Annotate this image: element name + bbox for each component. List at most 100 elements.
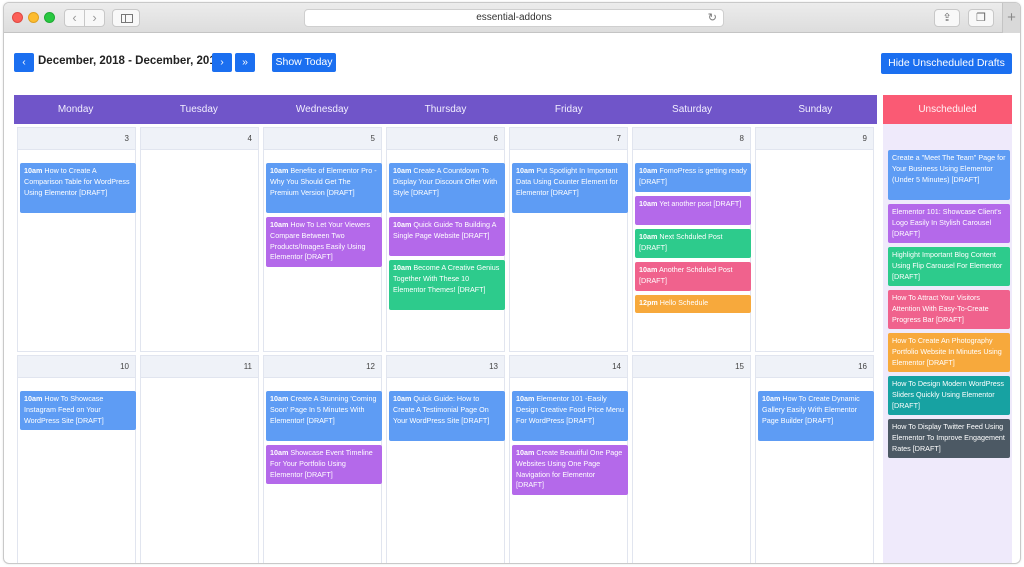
skip-forward-button[interactable]: » [235, 53, 255, 72]
event-time: 10am [639, 232, 658, 241]
browser-toolbar: ‹ › essential-addons ↻ ⇪ ❐ + [4, 3, 1020, 33]
weekday-sunday: Sunday [798, 104, 833, 115]
event-time: 10am [24, 394, 43, 403]
calendar-event[interactable]: 10am Become A Creative Genius Together W… [389, 260, 505, 310]
previous-period-button[interactable]: ‹ [14, 53, 34, 72]
event-title: Hello Schedule [659, 298, 709, 307]
calendar-event[interactable]: 10am Quick Guide To Building A Single Pa… [389, 217, 505, 256]
calendar-event[interactable]: 10am Next Schduled Post [DRAFT] [635, 229, 751, 258]
day-number: 12 [264, 356, 381, 378]
calendar-event[interactable]: 10am Another Schduled Post [DRAFT] [635, 262, 751, 291]
calendar-event[interactable]: 10am Yet another post [DRAFT] [635, 196, 751, 225]
calendar-event[interactable]: 10am Create A Stunning 'Coming Soon' Pag… [266, 391, 382, 441]
calendar-event[interactable]: 10am Benefits of Elementor Pro - Why You… [266, 163, 382, 213]
calendar-event[interactable]: 10am How To Create Dynamic Gallery Easil… [758, 391, 874, 441]
event-time: 10am [516, 166, 535, 175]
calendar-event[interactable]: 10am Create A Countdown To Display Your … [389, 163, 505, 213]
event-time: 10am [639, 166, 658, 175]
new-tab-icon[interactable]: + [1002, 3, 1020, 33]
day-number: 3 [18, 128, 135, 150]
unscheduled-draft[interactable]: Highlight Important Blog Content Using F… [888, 247, 1010, 286]
weekday-saturday: Saturday [672, 104, 713, 115]
day-cell[interactable]: 7 [509, 127, 628, 352]
calendar-weekday-header: Monday Tuesday Wednesday Thursday Friday… [14, 95, 877, 124]
event-time: 10am [393, 394, 412, 403]
calendar-event[interactable]: 10am How To Showcase Instagram Feed on Y… [20, 391, 136, 430]
minimize-window-button[interactable] [28, 12, 39, 23]
unscheduled-draft[interactable]: Create a "Meet The Team" Page for Your B… [888, 150, 1010, 200]
event-title: Yet another post [DRAFT] [659, 199, 742, 208]
day-cell[interactable]: 3 [17, 127, 136, 352]
day-number: 11 [141, 356, 258, 378]
day-number: 16 [756, 356, 873, 378]
zoom-window-button[interactable] [44, 12, 55, 23]
unscheduled-list: Create a "Meet The Team" Page for Your B… [883, 124, 1012, 563]
sidebar-toggle-icon[interactable] [112, 9, 140, 27]
address-bar[interactable]: essential-addons ↻ [304, 9, 724, 27]
event-time: 10am [393, 263, 412, 272]
unscheduled-draft[interactable]: Elementor 101: Showcase Client's Logo Ea… [888, 204, 1010, 243]
day-cell[interactable]: 10 [17, 355, 136, 563]
weekday-tuesday: Tuesday [179, 104, 218, 115]
event-time: 10am [639, 199, 658, 208]
unscheduled-header: Unscheduled [883, 95, 1012, 124]
event-time: 10am [393, 220, 412, 229]
day-number: 6 [387, 128, 504, 150]
event-time: 10am [762, 394, 781, 403]
event-time: 10am [270, 166, 289, 175]
share-icon[interactable]: ⇪ [934, 9, 960, 27]
unscheduled-draft[interactable]: How To Design Modern WordPress Sliders Q… [888, 376, 1010, 415]
calendar-event[interactable]: 10am Showcase Event Timeline For Your Po… [266, 445, 382, 484]
calendar-event[interactable]: 10am FomoPress is getting ready [DRAFT] [635, 163, 751, 192]
tab-overview-icon[interactable]: ❐ [968, 9, 994, 27]
event-time: 10am [24, 166, 43, 175]
hide-unscheduled-drafts-button[interactable]: Hide Unscheduled Drafts [881, 53, 1012, 74]
day-number: 9 [756, 128, 873, 150]
event-time: 10am [393, 166, 412, 175]
day-number: 4 [141, 128, 258, 150]
day-cell[interactable]: 9 [755, 127, 874, 352]
next-period-button[interactable]: › [212, 53, 232, 72]
day-cell[interactable]: 4 [140, 127, 259, 352]
day-cell[interactable]: 16 [755, 355, 874, 563]
unscheduled-draft[interactable]: How To Create An Photography Portfolio W… [888, 333, 1010, 372]
event-time: 10am [516, 448, 535, 457]
weekday-wednesday: Wednesday [295, 104, 349, 115]
event-time: 10am [516, 394, 535, 403]
calendar-event[interactable]: 10am Put Spotlight In Important Data Usi… [512, 163, 628, 213]
address-bar-url: essential-addons [476, 12, 552, 23]
show-today-button[interactable]: Show Today [272, 53, 336, 72]
calendar-event[interactable]: 10am How To Let Your Viewers Compare Bet… [266, 217, 382, 267]
day-number: 8 [633, 128, 750, 150]
day-number: 7 [510, 128, 627, 150]
day-number: 5 [264, 128, 381, 150]
day-number: 10 [18, 356, 135, 378]
browser-window: ‹ › essential-addons ↻ ⇪ ❐ + ‹ December,… [3, 2, 1021, 564]
event-time: 10am [270, 394, 289, 403]
calendar-event[interactable]: 10am How to Create A Comparison Table fo… [20, 163, 136, 213]
weekday-friday: Friday [554, 104, 583, 115]
day-cell[interactable]: 11 [140, 355, 259, 563]
forward-icon[interactable]: › [84, 9, 105, 27]
calendar-event[interactable]: 12pm Hello Schedule [635, 295, 751, 313]
event-time: 12pm [639, 298, 658, 307]
weekday-monday: Monday [57, 104, 94, 115]
calendar-event[interactable]: 10am Quick Guide: How to Create A Testim… [389, 391, 505, 441]
close-window-button[interactable] [12, 12, 23, 23]
unscheduled-draft[interactable]: How To Display Twitter Feed Using Elemen… [888, 419, 1010, 458]
date-range-title: December, 2018 - December, 2018 [38, 55, 223, 67]
unscheduled-draft[interactable]: How To Attract Your Visitors Attention W… [888, 290, 1010, 329]
back-icon[interactable]: ‹ [64, 9, 85, 27]
event-time: 10am [270, 220, 289, 229]
day-number: 13 [387, 356, 504, 378]
day-cell[interactable]: 15 [632, 355, 751, 563]
weekday-thursday: Thursday [424, 104, 467, 115]
event-time: 10am [639, 265, 658, 274]
calendar-event[interactable]: 10am Create Beautiful One Page Websites … [512, 445, 628, 495]
day-number: 14 [510, 356, 627, 378]
reload-icon[interactable]: ↻ [708, 10, 717, 26]
calendar-event[interactable]: 10am Elementor 101 -Easily Design Creati… [512, 391, 628, 441]
day-number: 15 [633, 356, 750, 378]
event-time: 10am [270, 448, 289, 457]
day-cell[interactable]: 13 [386, 355, 505, 563]
